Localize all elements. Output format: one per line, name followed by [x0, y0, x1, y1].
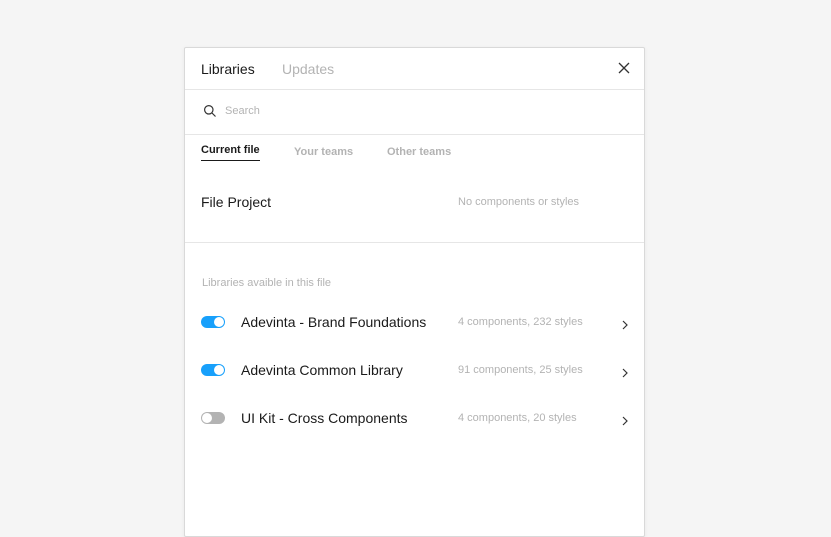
library-toggle[interactable] [201, 364, 225, 376]
library-scope-tabs: Current file Your teams Other teams [185, 143, 644, 167]
tab-other-teams[interactable]: Other teams [387, 145, 451, 159]
library-name: Adevinta - Brand Foundations [241, 314, 427, 330]
panel-header: Libraries Updates [185, 48, 644, 90]
chevron-right-icon[interactable] [621, 317, 629, 330]
library-name: Adevinta Common Library [241, 362, 403, 378]
chevron-right-icon[interactable] [621, 413, 629, 426]
divider [185, 242, 644, 243]
library-meta: 4 components, 232 styles [458, 316, 583, 328]
library-meta: 91 components, 25 styles [458, 364, 583, 376]
file-meta: No components or styles [458, 196, 580, 208]
library-row[interactable]: Adevinta - Brand Foundations 4 component… [185, 305, 644, 339]
library-name: UI Kit - Cross Components [241, 410, 408, 426]
tab-current-file[interactable]: Current file [201, 143, 260, 161]
close-icon[interactable] [616, 60, 632, 76]
section-label: Libraries avaible in this file [202, 277, 332, 289]
search-input[interactable] [225, 101, 625, 121]
search-bar [185, 89, 644, 135]
library-meta: 4 components, 20 styles [458, 412, 577, 424]
library-toggle[interactable] [201, 412, 225, 424]
file-name: File Project [201, 194, 272, 210]
search-icon [203, 104, 217, 118]
chevron-right-icon[interactable] [621, 365, 629, 378]
library-row[interactable]: UI Kit - Cross Components 4 components, … [185, 401, 644, 435]
current-file-row: File Project No components or styles [185, 188, 644, 222]
library-row[interactable]: Adevinta Common Library 91 components, 2… [185, 353, 644, 387]
tab-libraries[interactable]: Libraries [201, 60, 255, 78]
tab-your-teams[interactable]: Your teams [294, 145, 353, 159]
tab-updates[interactable]: Updates [282, 60, 334, 78]
library-toggle[interactable] [201, 316, 225, 328]
libraries-panel: Libraries Updates Current file Your team… [184, 47, 645, 537]
